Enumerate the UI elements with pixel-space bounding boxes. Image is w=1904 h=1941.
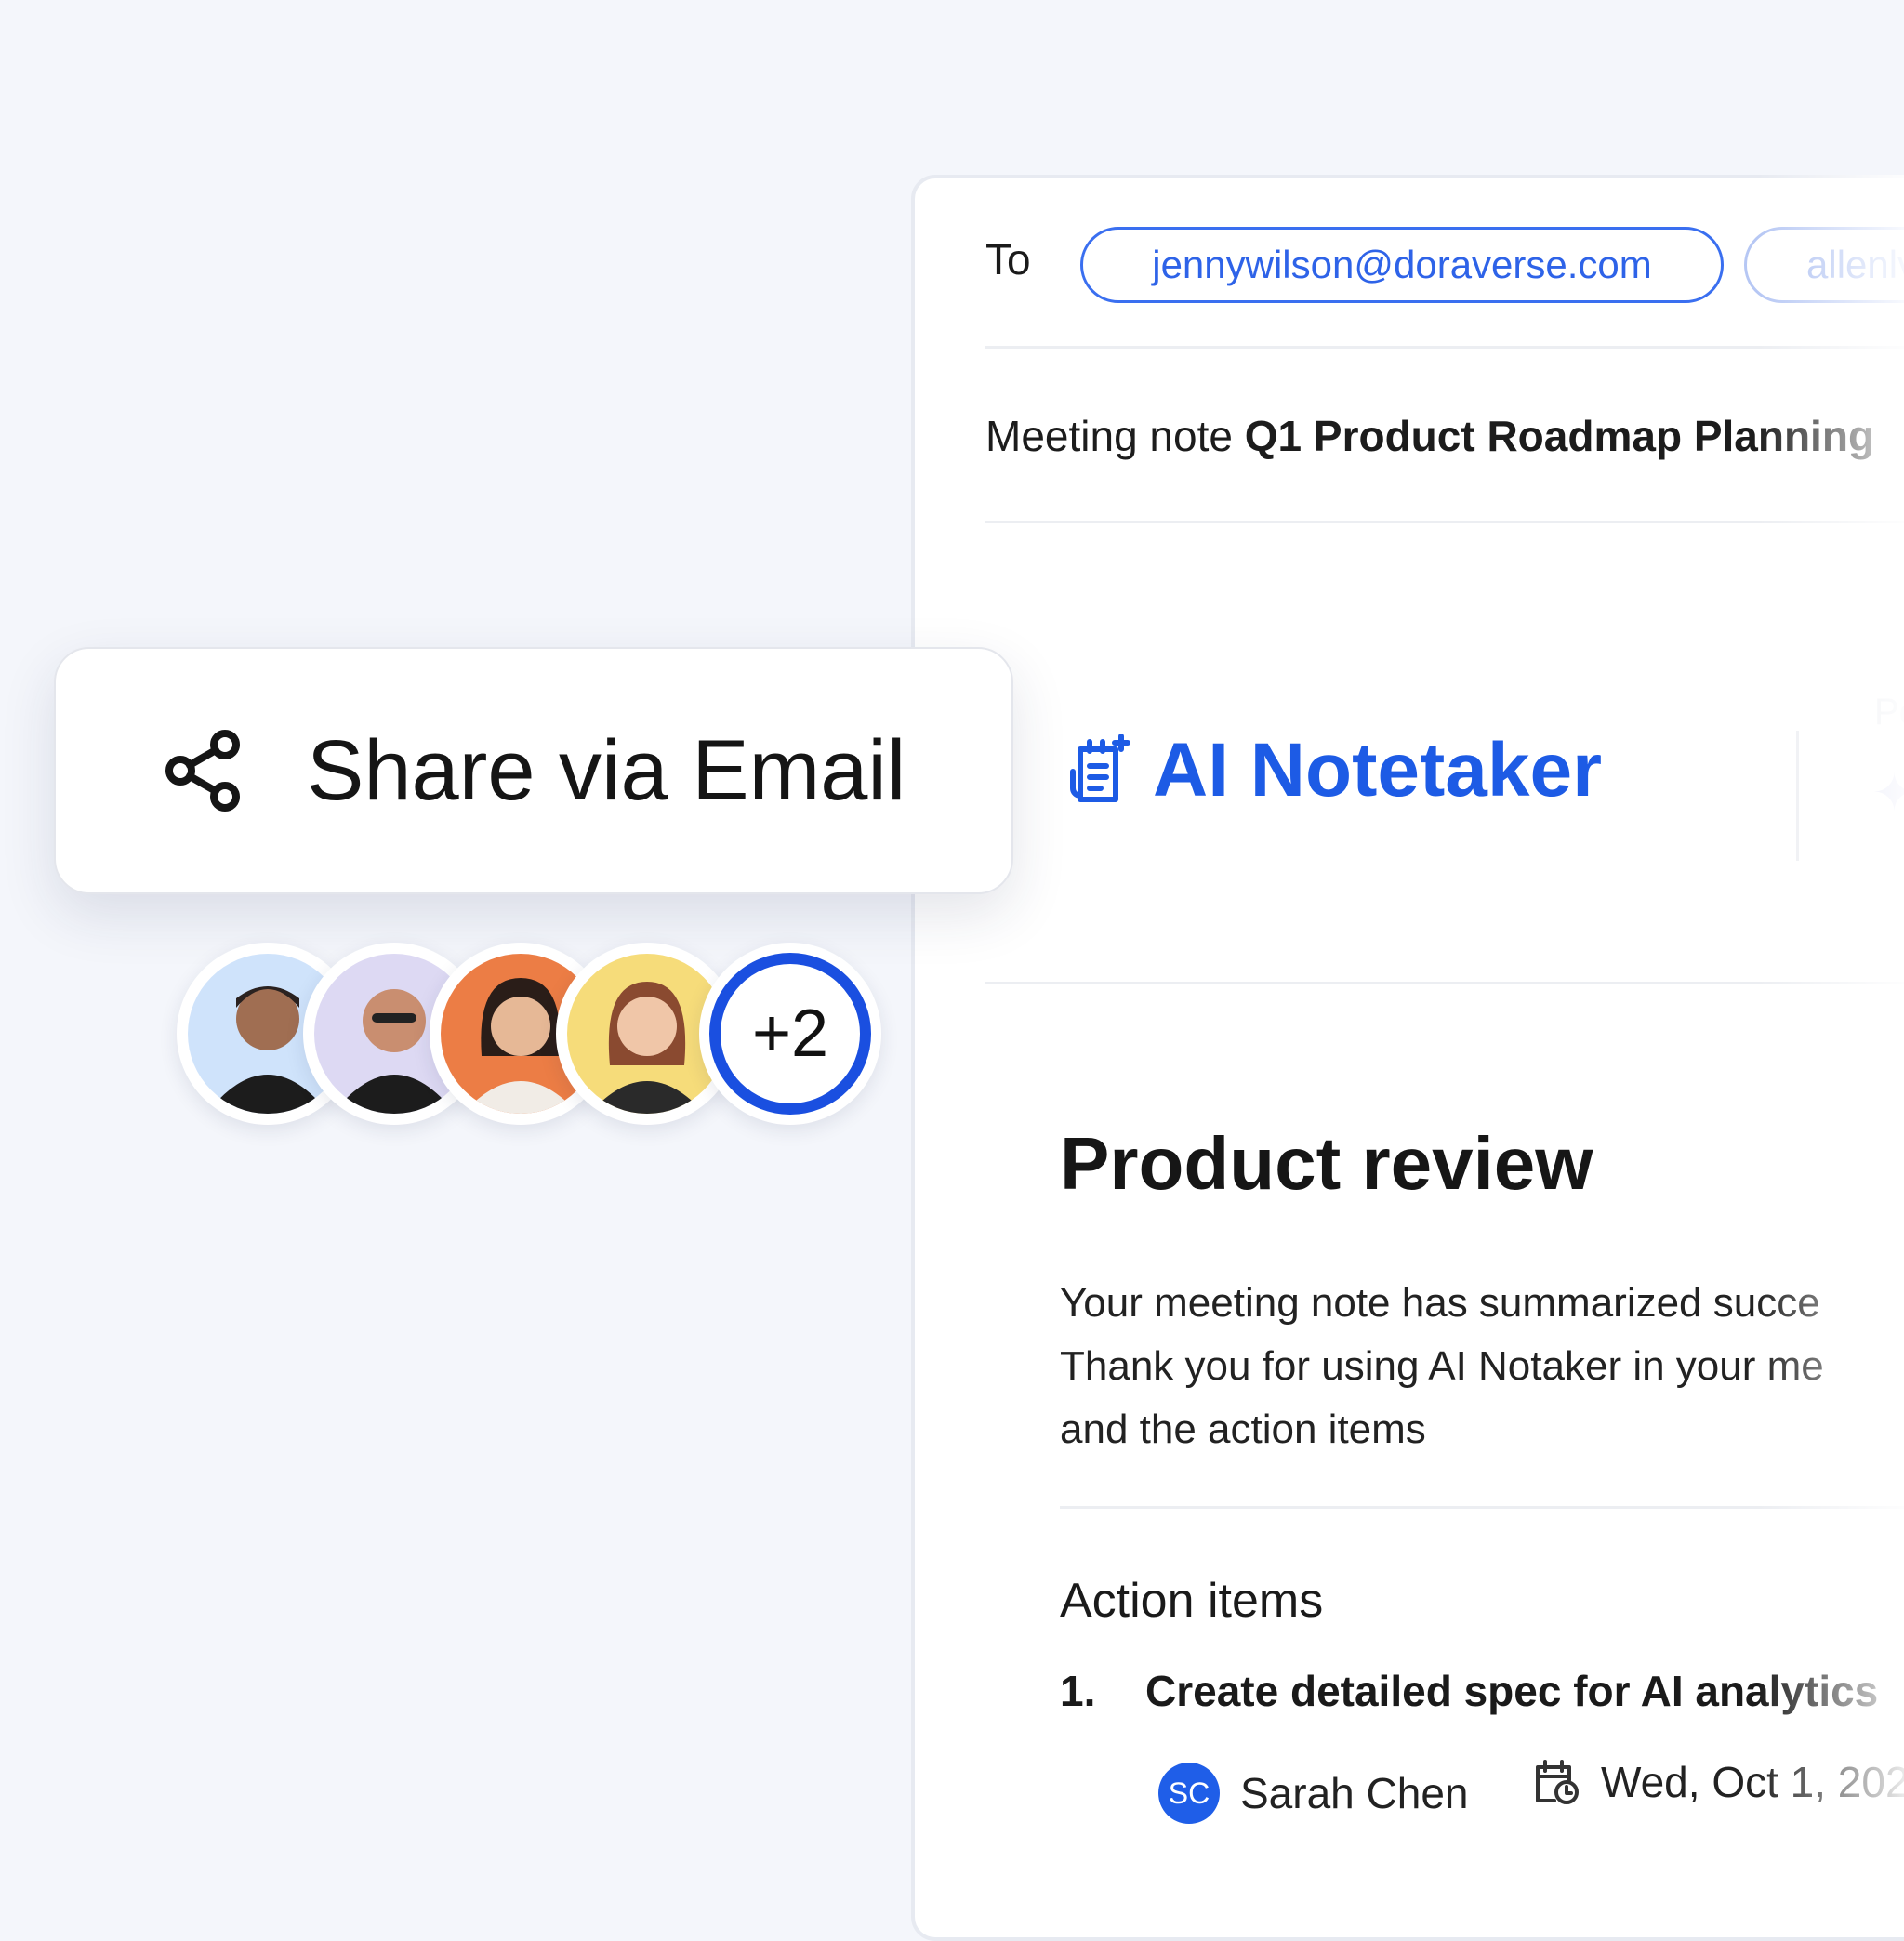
to-label: To — [985, 235, 1031, 284]
due-date-text: Wed, Oct 1, 202 — [1601, 1758, 1904, 1806]
brand-divider — [1796, 731, 1799, 861]
action-item-title: Create detailed spec for AI analytics — [1145, 1667, 1879, 1715]
notetaker-sparkle-icon — [1070, 734, 1130, 802]
summary-line: and the action items — [1060, 1406, 1426, 1452]
divider — [985, 982, 1904, 984]
sparkle-icon: ✦ — [1872, 762, 1904, 824]
divider — [985, 521, 1904, 523]
email-subject[interactable]: Meeting note Q1 Product Roadmap Planning — [985, 411, 1874, 461]
summary-line: Thank you for using AI Notaker in your m… — [1060, 1343, 1824, 1389]
more-participants-count: +2 — [709, 953, 871, 1115]
summary-line: Your meeting note has summarized succe — [1060, 1280, 1820, 1326]
calendar-clock-icon — [1536, 1760, 1579, 1804]
action-item-assignee[interactable]: SC Sarah Chen — [1158, 1763, 1469, 1824]
action-item-number: 1. — [1060, 1667, 1096, 1715]
next-column-peek: Po — [1874, 692, 1904, 733]
share-via-email-button[interactable]: Share via Email — [54, 647, 1013, 894]
email-compose-panel: To jennywilson@doraverse.com allenlv Mee… — [911, 175, 1904, 1941]
content-heading: Product review — [1060, 1122, 1593, 1205]
recipient-chip-allen[interactable]: allenlv — [1744, 227, 1904, 303]
subject-title: Q1 Product Roadmap Planning — [1244, 412, 1875, 460]
summary-paragraph: Your meeting note has summarized succe T… — [1060, 1272, 1824, 1461]
more-participants-badge[interactable]: +2 — [699, 943, 881, 1125]
recipient-chip-jenny[interactable]: jennywilson@doraverse.com — [1080, 227, 1724, 303]
brand-name: AI Notetaker — [1153, 728, 1603, 812]
subject-prefix: Meeting note — [985, 412, 1233, 460]
divider — [1060, 1506, 1904, 1509]
action-items-heading: Action items — [1060, 1574, 1324, 1628]
share-label: Share via Email — [307, 722, 906, 818]
participant-avatars: +2 — [177, 943, 892, 1129]
divider — [985, 346, 1904, 349]
share-icon — [165, 730, 240, 812]
brand-logo: AI Notetaker — [1062, 727, 1602, 809]
assignee-avatar: SC — [1158, 1763, 1220, 1824]
assignee-name: Sarah Chen — [1240, 1769, 1469, 1817]
action-item-due-date[interactable]: Wed, Oct 1, 202 — [1532, 1757, 1904, 1807]
